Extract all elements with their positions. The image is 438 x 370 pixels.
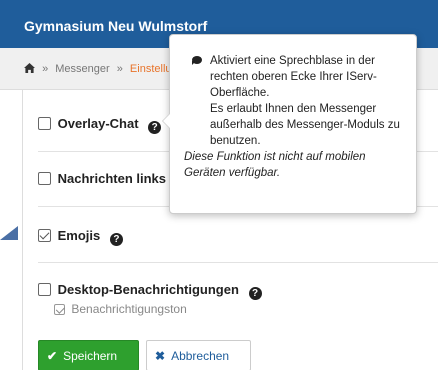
overlay-chat-label: Overlay-Chat bbox=[57, 116, 139, 131]
tooltip-description: Aktiviert eine Sprechblase in der rechte… bbox=[184, 53, 402, 149]
overlay-chat-checkbox[interactable] bbox=[38, 117, 51, 130]
notification-sound-label: Benachrichtigungston bbox=[71, 302, 187, 316]
breadcrumb-separator: » bbox=[42, 63, 49, 75]
breadcrumb-separator: » bbox=[116, 63, 123, 75]
divider bbox=[38, 262, 438, 263]
save-button-label: Speichern bbox=[63, 349, 118, 363]
desktop-notifications-option[interactable]: Desktop-Benachrichtigungen ? bbox=[38, 282, 262, 300]
emojis-option[interactable]: Emojis ? bbox=[38, 228, 123, 246]
page-title: Gymnasium Neu Wulmstorf bbox=[24, 18, 208, 34]
help-tooltip: Aktiviert eine Sprechblase in der rechte… bbox=[162, 34, 417, 214]
breadcrumb-settings[interactable]: Einstellu bbox=[130, 63, 172, 75]
tooltip-note: Diese Funktion ist nicht auf mobilen Ger… bbox=[184, 151, 366, 179]
notification-sound-checkbox[interactable] bbox=[54, 304, 65, 315]
tooltip-text: Aktiviert eine Sprechblase in der rechte… bbox=[210, 55, 400, 147]
cancel-button[interactable]: ✖ Abbrechen bbox=[146, 340, 251, 370]
desktop-notifications-label: Desktop-Benachrichtigungen bbox=[57, 282, 239, 297]
home-icon[interactable] bbox=[24, 63, 35, 73]
emojis-checkbox[interactable] bbox=[38, 229, 51, 242]
overlay-chat-option[interactable]: Overlay-Chat ? bbox=[38, 116, 162, 134]
messages-left-option[interactable]: Nachrichten links a bbox=[38, 171, 177, 186]
help-icon[interactable]: ? bbox=[248, 287, 262, 300]
notification-sound-option[interactable]: Benachrichtigungston bbox=[54, 302, 187, 316]
breadcrumb-messenger[interactable]: Messenger bbox=[55, 63, 109, 75]
pointer-arrow bbox=[0, 226, 18, 240]
close-icon: ✖ bbox=[155, 349, 166, 363]
messages-left-label: Nachrichten links a bbox=[57, 171, 177, 186]
save-button[interactable]: ✔ Speichern bbox=[38, 340, 139, 370]
messages-left-checkbox[interactable] bbox=[38, 172, 51, 185]
help-icon[interactable]: ? bbox=[148, 121, 162, 134]
check-icon: ✔ bbox=[47, 349, 58, 363]
emojis-label: Emojis bbox=[57, 228, 101, 243]
comment-icon bbox=[192, 56, 202, 65]
desktop-notifications-checkbox[interactable] bbox=[38, 283, 51, 296]
cancel-button-label: Abbrechen bbox=[171, 349, 230, 363]
help-icon[interactable]: ? bbox=[109, 233, 123, 246]
